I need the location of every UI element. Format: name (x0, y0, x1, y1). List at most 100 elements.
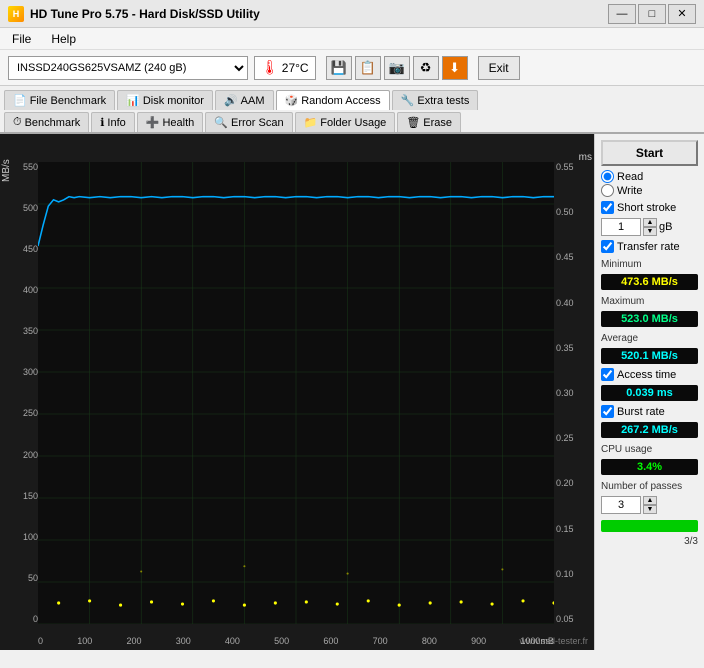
y-label-0: 0 (2, 614, 38, 624)
temperature-display: 🌡 27°C (254, 56, 316, 80)
tab-file-benchmark[interactable]: 📄 File Benchmark (4, 90, 115, 110)
progress-bar-fill (601, 520, 698, 532)
write-radio[interactable] (601, 184, 614, 197)
x-label-800: 800 (422, 636, 437, 646)
y-label-500: 500 (2, 203, 38, 213)
copy-icon-btn[interactable]: 📋 (355, 56, 381, 80)
progress-bar-container (601, 520, 698, 532)
error-scan-icon: 🔍 (214, 116, 228, 129)
erase-label: Erase (423, 117, 452, 129)
minimum-value: 473.6 MB/s (601, 274, 698, 290)
tab-benchmark[interactable]: ⏱ Benchmark (4, 112, 89, 132)
health-label: Health (162, 117, 194, 129)
extra-tests-icon: 🔧 (401, 94, 415, 107)
tab-random-access[interactable]: 🎲 Random Access (276, 90, 390, 110)
info-icon-btn[interactable]: 💾 (326, 56, 352, 80)
burst-rate-checkbox[interactable] (601, 405, 614, 418)
access-time-checkbox[interactable] (601, 368, 614, 381)
title-bar: H HD Tune Pro 5.75 - Hard Disk/SSD Utili… (0, 0, 704, 28)
tab-disk-monitor[interactable]: 📊 Disk monitor (117, 90, 213, 110)
chart-svg (38, 162, 554, 624)
transfer-rate-checkbox[interactable] (601, 240, 614, 253)
x-label-900: 900 (471, 636, 486, 646)
toolbar-icons: 💾 📋 📷 ♻ ⬇ (326, 56, 468, 80)
tab-erase[interactable]: 🗑 Erase (397, 112, 461, 132)
start-button[interactable]: Start (601, 140, 698, 166)
access-time-checkbox-row: Access time (601, 368, 698, 381)
temperature-value: 27°C (282, 61, 309, 75)
chart-area: MB/s ms 550 500 450 400 350 300 250 200 … (0, 134, 594, 650)
camera-icon-btn[interactable]: 📷 (384, 56, 410, 80)
short-stroke-input[interactable] (601, 218, 641, 236)
right-panel: Start Read Write Short stroke ▲ ▼ gB (594, 134, 704, 650)
window-controls: — □ ✕ (608, 4, 696, 24)
y-label-100: 100 (2, 532, 38, 542)
short-stroke-checkbox[interactable] (601, 201, 614, 214)
maximize-button[interactable]: □ (638, 4, 666, 24)
tab-aam[interactable]: 🔊 AAM (215, 90, 274, 110)
x-label-200: 200 (126, 636, 141, 646)
number-of-passes-label: Number of passes (601, 481, 698, 492)
passes-spinners: ▲ ▼ (643, 496, 657, 514)
burst-rate-value: 267.2 MB/s (601, 422, 698, 438)
average-value: 520.1 MB/s (601, 348, 698, 364)
short-stroke-up[interactable]: ▲ (643, 218, 657, 227)
x-axis-labels: 0 100 200 300 400 500 600 700 800 900 10… (38, 636, 554, 646)
write-label: Write (617, 185, 642, 197)
short-stroke-label: Short stroke (617, 202, 676, 214)
folder-usage-icon: 📁 (304, 116, 318, 129)
aam-label: AAM (241, 95, 265, 107)
aam-icon: 🔊 (224, 94, 238, 107)
write-radio-label[interactable]: Write (601, 184, 698, 197)
ms-label-045: 0.45 (556, 252, 592, 262)
y-label-400: 400 (2, 285, 38, 295)
tab-folder-usage[interactable]: 📁 Folder Usage (295, 112, 396, 132)
minimum-label: Minimum (601, 259, 698, 270)
maximum-value: 523.0 MB/s (601, 311, 698, 327)
download-icon-btn[interactable]: ⬇ (442, 56, 468, 80)
ms-label-040: 0.40 (556, 298, 592, 308)
watermark: www.ssd-tester.fr (519, 636, 588, 646)
x-label-0: 0 (38, 636, 43, 646)
file-benchmark-label: File Benchmark (30, 95, 106, 107)
help-menu[interactable]: Help (47, 31, 80, 47)
app-title: HD Tune Pro 5.75 - Hard Disk/SSD Utility (30, 7, 260, 21)
file-menu[interactable]: File (8, 31, 35, 47)
passes-up[interactable]: ▲ (643, 496, 657, 505)
minimize-button[interactable]: — (608, 4, 636, 24)
exit-button[interactable]: Exit (478, 56, 520, 80)
y-label-300: 300 (2, 367, 38, 377)
short-stroke-spinners: ▲ ▼ (643, 218, 657, 236)
tab-info[interactable]: ℹ Info (91, 112, 135, 132)
drive-select[interactable]: INSSD240GS625VSAMZ (240 gB) (8, 56, 248, 80)
refresh-icon-btn[interactable]: ♻ (413, 56, 439, 80)
x-label-100: 100 (77, 636, 92, 646)
x-label-700: 700 (373, 636, 388, 646)
tab-health[interactable]: ➕ Health (137, 112, 204, 132)
tab-extra-tests[interactable]: 🔧 Extra tests (392, 90, 479, 110)
close-button[interactable]: ✕ (668, 4, 696, 24)
thermometer-icon: 🌡 (261, 59, 279, 76)
passes-down[interactable]: ▼ (643, 505, 657, 514)
burst-rate-checkbox-row: Burst rate (601, 405, 698, 418)
random-access-icon: 🎲 (285, 94, 299, 107)
short-stroke-down[interactable]: ▼ (643, 227, 657, 236)
erase-icon: 🗑 (406, 116, 420, 129)
y-label-250: 250 (2, 408, 38, 418)
read-write-group: Read Write (601, 170, 698, 197)
passes-input[interactable] (601, 496, 641, 514)
benchmark-icon: ⏱ (13, 116, 22, 129)
y-axis-labels: 550 500 450 400 350 300 250 200 150 100 … (2, 162, 38, 624)
ms-label-050: 0.50 (556, 207, 592, 217)
tabs-row-2: ⏱ Benchmark ℹ Info ➕ Health 🔍 Error Scan… (0, 110, 704, 132)
main-content: MB/s ms 550 500 450 400 350 300 250 200 … (0, 134, 704, 650)
cpu-usage-label: CPU usage (601, 444, 698, 455)
maximum-label: Maximum (601, 296, 698, 307)
read-radio[interactable] (601, 170, 614, 183)
transfer-rate-row: Transfer rate (601, 240, 698, 253)
extra-tests-label: Extra tests (417, 95, 469, 107)
disk-monitor-icon: 📊 (126, 94, 140, 107)
read-radio-label[interactable]: Read (601, 170, 698, 183)
error-scan-label: Error Scan (231, 117, 284, 129)
tab-error-scan[interactable]: 🔍 Error Scan (205, 112, 292, 132)
